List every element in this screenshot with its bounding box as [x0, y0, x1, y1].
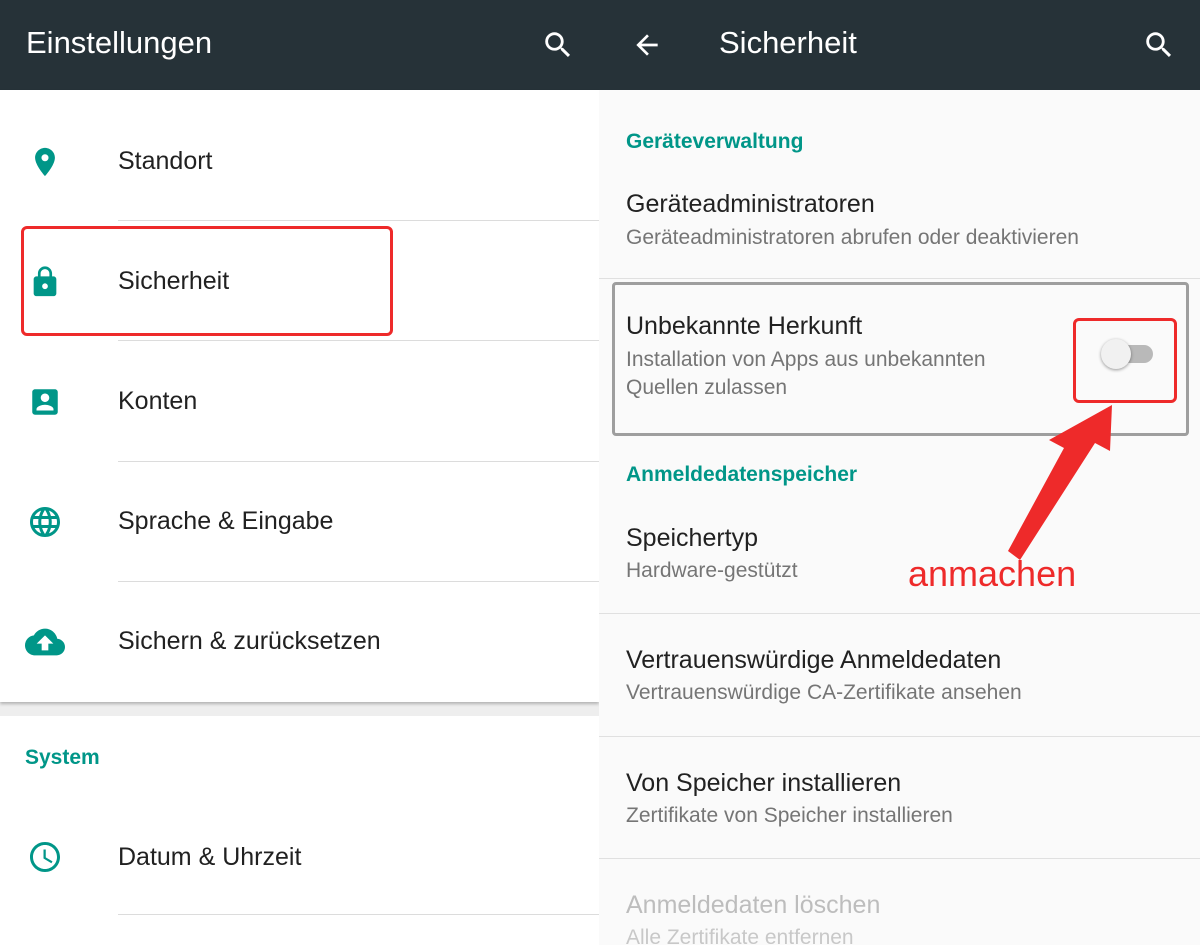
- divider: [118, 340, 599, 341]
- settings-title: Einstellungen: [26, 25, 213, 60]
- location-pin-icon: [24, 141, 66, 183]
- divider: [599, 278, 1200, 279]
- security-content: Geräteverwaltung Geräteadministratoren G…: [599, 90, 1200, 945]
- security-panel: Sicherheit Geräteverwaltung Geräteadmini…: [599, 0, 1200, 945]
- settings-item-konten[interactable]: Konten: [0, 342, 599, 462]
- settings-item-label: Konten: [118, 387, 198, 415]
- pref-title: Geräteadministratoren: [626, 190, 875, 218]
- pref-title: Vertrauenswürdige Anmeldedaten: [626, 646, 1002, 674]
- pref-speichertyp[interactable]: Speichertyp Hardware-gestützt: [599, 510, 1200, 612]
- search-icon[interactable]: [538, 25, 578, 65]
- divider: [118, 220, 599, 221]
- settings-item-datum[interactable]: Datum & Uhrzeit: [0, 796, 599, 916]
- pref-summary: Hardware-gestützt: [626, 559, 798, 582]
- settings-item-label: Standort: [118, 147, 213, 175]
- pref-vertrauenswuerdige-anmeldedaten[interactable]: Vertrauenswürdige Anmeldedaten Vertrauen…: [599, 614, 1200, 736]
- settings-item-sprache[interactable]: Sprache & Eingabe: [0, 462, 599, 582]
- pref-title: Von Speicher installieren: [626, 769, 902, 797]
- settings-list-card: Standort Sicherheit Konten Sprache & Ein…: [0, 90, 599, 702]
- annotation-text: anmachen: [908, 553, 1077, 594]
- search-icon[interactable]: [1139, 25, 1179, 65]
- account-box-icon: [24, 381, 66, 423]
- system-section-header: System: [25, 746, 100, 769]
- divider: [118, 914, 599, 915]
- arrow-back-icon[interactable]: [627, 25, 667, 65]
- settings-item-standort[interactable]: Standort: [0, 102, 599, 222]
- security-app-bar: Sicherheit: [599, 0, 1200, 90]
- settings-item-label: Sprache & Eingabe: [118, 507, 334, 535]
- security-title: Sicherheit: [719, 25, 857, 60]
- toggle-highlight-box: [1073, 318, 1177, 403]
- settings-panel: Einstellungen Standort Sicherheit Konten…: [0, 0, 599, 945]
- settings-item-sichern[interactable]: Sichern & zurücksetzen: [0, 582, 599, 702]
- pref-summary: Geräteadministratoren abrufen oder deakt…: [626, 226, 1079, 249]
- cloud-upload-icon: [24, 621, 66, 663]
- pref-title: Anmeldedaten löschen: [626, 891, 881, 919]
- pref-title: Speichertyp: [626, 524, 759, 552]
- pref-von-speicher-installieren[interactable]: Von Speicher installieren Zertifikate vo…: [599, 737, 1200, 859]
- pref-anmeldedaten-loeschen: Anmeldedaten löschen Alle Zertifikate en…: [599, 859, 1200, 945]
- section-header-anmeldedatenspeicher: Anmeldedatenspeicher: [626, 463, 858, 486]
- clock-icon: [24, 836, 66, 878]
- system-card: System Datum & Uhrzeit: [0, 716, 599, 945]
- pref-geraeteadministratoren[interactable]: Geräteadministratoren Geräteadministrato…: [599, 180, 1200, 278]
- pref-summary: Zertifikate von Speicher installieren: [626, 804, 953, 827]
- sicherheit-highlight-box: [21, 226, 393, 336]
- section-header-geraeteverwaltung: Geräteverwaltung: [626, 130, 804, 153]
- pref-summary: Alle Zertifikate entfernen: [626, 926, 854, 945]
- settings-item-label: Sichern & zurücksetzen: [118, 627, 381, 655]
- settings-app-bar: Einstellungen: [0, 0, 599, 90]
- pref-summary: Vertrauenswürdige CA-Zertifikate ansehen: [626, 681, 1022, 704]
- settings-item-label: Datum & Uhrzeit: [118, 843, 302, 871]
- globe-icon: [24, 501, 66, 543]
